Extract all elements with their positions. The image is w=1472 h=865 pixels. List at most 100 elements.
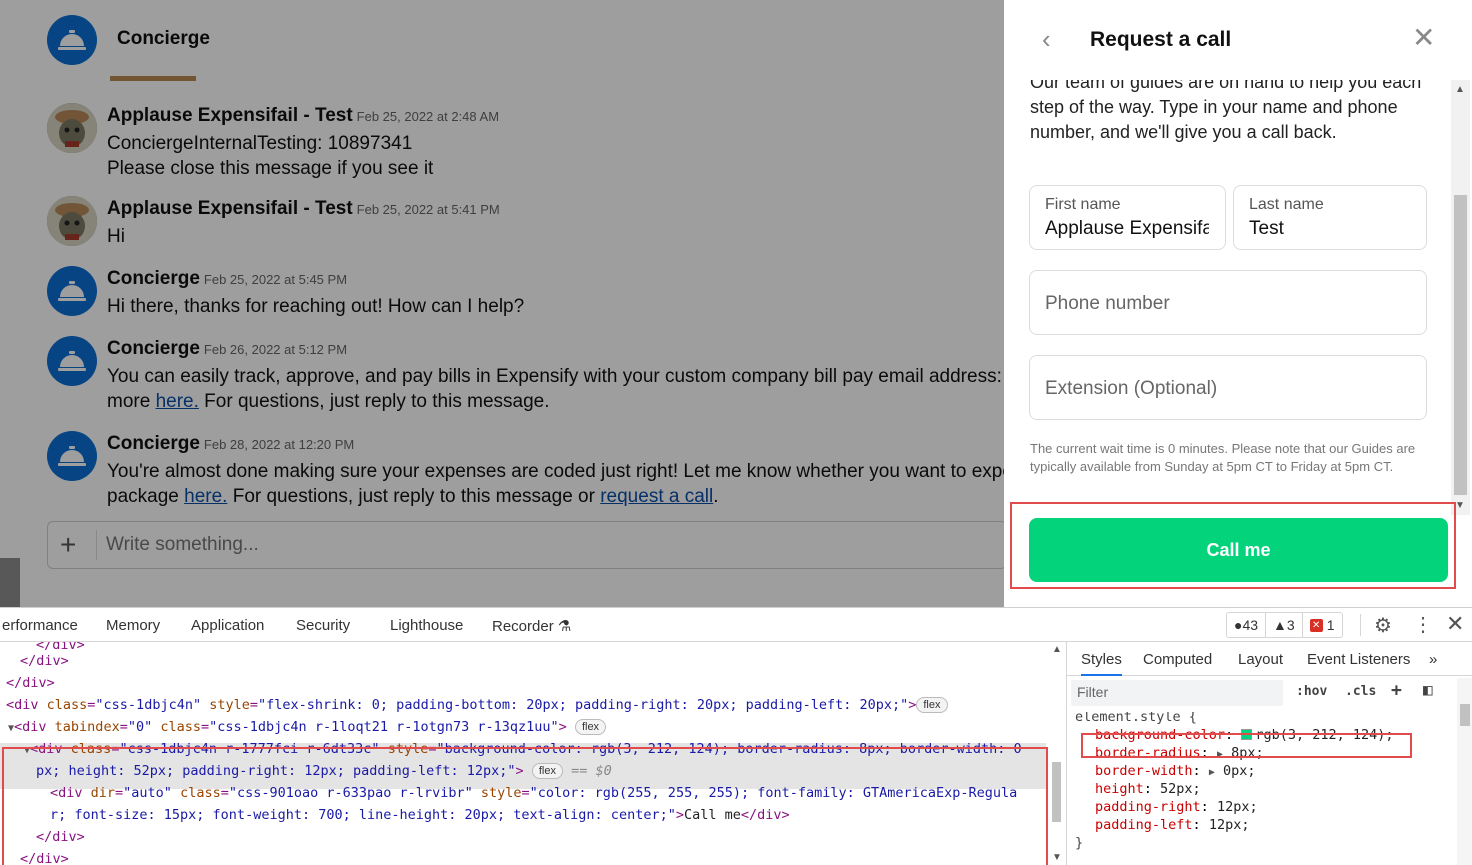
phone-number-input[interactable]: Phone number [1045, 293, 1170, 315]
tab-styles[interactable]: Styles [1081, 651, 1122, 676]
message-author: Applause Expensifail - Test Feb 25, 2022 … [107, 198, 500, 219]
more-tabs-icon[interactable]: » [1429, 651, 1437, 668]
dom-node[interactable]: <div class="css-1dbjc4n" style="flex-shr… [0, 694, 1048, 716]
last-name-input[interactable]: Test [1249, 218, 1410, 240]
css-declaration[interactable]: border-radius: ▶ 8px; [1095, 744, 1264, 762]
more-options-icon[interactable]: ⋮ [1413, 612, 1433, 637]
css-declaration[interactable]: padding-left: 12px; [1095, 816, 1249, 834]
css-declaration[interactable]: background-color: rgb(3, 212, 124); [1095, 726, 1393, 744]
message-timestamp: Feb 28, 2022 at 12:20 PM [203, 437, 355, 452]
extension-field[interactable]: Extension (Optional) [1029, 355, 1427, 420]
tab-memory[interactable]: Memory [106, 617, 160, 634]
elements-panel[interactable]: </div> </div> </div> <div class="css-1db… [0, 642, 1048, 865]
message-body: You can easily track, approve, and pay b… [107, 364, 1004, 414]
panel-scrollbar-thumb[interactable] [1454, 195, 1467, 495]
concierge-avatar[interactable] [47, 266, 97, 316]
add-attachment-icon[interactable]: + [60, 531, 76, 559]
dom-node[interactable]: </div> [0, 650, 1048, 672]
scroll-up-arrow-icon[interactable]: ▲ [1052, 644, 1062, 655]
new-rule-icon[interactable]: + [1391, 680, 1402, 701]
css-declaration[interactable]: border-width: ▶ 0px; [1095, 762, 1256, 780]
tab-event-listeners[interactable]: Event Listeners [1307, 651, 1410, 668]
error-count[interactable]: ✕ 1 [1301, 613, 1342, 637]
toolbar-divider [1360, 614, 1361, 636]
styles-filter-input[interactable]: Filter [1071, 680, 1283, 706]
dom-node[interactable]: </div> [0, 672, 1048, 694]
first-name-field[interactable]: First name Applause Expensifail [1029, 185, 1226, 250]
message-line: Hi [107, 226, 125, 247]
color-swatch-icon[interactable] [1241, 729, 1253, 740]
issue-counters[interactable]: ● 43 ▲ 3 ✕ 1 [1226, 612, 1343, 638]
styles-scrollbar-thumb[interactable] [1460, 704, 1470, 726]
chat-title[interactable]: Concierge [117, 28, 210, 50]
panel-scrollbar[interactable]: ▲ ▼ [1451, 80, 1470, 515]
concierge-bell-icon [58, 351, 86, 371]
last-name-field[interactable]: Last name Test [1233, 185, 1427, 250]
selected-dom-node-cont[interactable]: px; height: 52px; padding-right: 12px; p… [0, 760, 1048, 782]
message-author: Concierge Feb 25, 2022 at 5:45 PM [107, 268, 348, 289]
dom-node[interactable]: ▼<div tabindex="0" class="css-1dbjc4n r-… [0, 716, 1048, 738]
expand-triangle-icon[interactable]: ▶ [1217, 749, 1223, 760]
flex-badge[interactable]: flex [531, 763, 563, 779]
composer-input[interactable]: Write something... [106, 534, 259, 556]
here-link[interactable]: here. [184, 486, 227, 507]
tab-layout[interactable]: Layout [1238, 651, 1283, 668]
here-link[interactable]: here. [156, 391, 199, 412]
tab-recorder[interactable]: Recorder ⚗ [492, 617, 571, 635]
dom-node[interactable]: </div> [0, 826, 1048, 848]
dom-node-cont[interactable]: r; font-size: 15px; font-weight: 700; li… [0, 804, 1048, 826]
css-declaration[interactable]: height: 52px; [1095, 780, 1201, 798]
tab-security[interactable]: Security [296, 617, 350, 634]
tab-computed[interactable]: Computed [1143, 651, 1212, 668]
tab-lighthouse[interactable]: Lighthouse [390, 617, 463, 634]
extension-input[interactable]: Extension (Optional) [1045, 378, 1217, 400]
message-body: Hi there, thanks for reaching out! How c… [107, 294, 1004, 319]
warning-count[interactable]: ▲ 3 [1265, 613, 1302, 637]
phone-number-field[interactable]: Phone number [1029, 270, 1427, 335]
tab-performance[interactable]: erformance [2, 617, 78, 634]
composer-divider [96, 530, 97, 560]
css-declaration[interactable]: padding-right: 12px; [1095, 798, 1258, 816]
user-avatar[interactable] [47, 103, 97, 153]
settings-gear-icon[interactable]: ⚙ [1374, 613, 1392, 638]
flex-badge[interactable]: flex [574, 719, 607, 735]
expand-triangle-icon[interactable]: ▶ [1209, 767, 1215, 778]
request-a-call-link[interactable]: request a call [600, 486, 713, 507]
message-author: Concierge Feb 26, 2022 at 5:12 PM [107, 338, 348, 359]
message-composer[interactable]: + Write something... [47, 521, 1004, 569]
styles-scrollbar[interactable] [1457, 678, 1472, 865]
message-body: ConciergeInternalTesting: 10897341 Pleas… [107, 131, 1004, 181]
back-arrow-icon[interactable]: ‹ [1042, 26, 1051, 52]
concierge-avatar[interactable] [47, 336, 97, 386]
tiger-avatar-icon [47, 103, 97, 153]
concierge-avatar[interactable] [47, 15, 97, 65]
styles-code[interactable]: element.style { background-color: rgb(3,… [1067, 712, 1457, 865]
hov-toggle[interactable]: :hov [1296, 684, 1327, 699]
close-icon[interactable]: ✕ [1412, 24, 1435, 52]
panel-scroll-area[interactable]: Our team of guides are on hand to help y… [1004, 80, 1472, 607]
elements-scrollbar[interactable]: ▲ ▼ [1048, 642, 1065, 865]
error-icon: ✕ [1309, 618, 1323, 632]
concierge-bell-icon [58, 30, 86, 50]
scroll-down-arrow-icon[interactable]: ▼ [1455, 500, 1465, 511]
info-count[interactable]: ● 43 [1227, 613, 1265, 637]
first-name-input[interactable]: Applause Expensifail [1045, 218, 1209, 240]
first-name-label: First name [1045, 196, 1121, 213]
cls-toggle[interactable]: .cls [1345, 684, 1376, 699]
message-body: You're almost done making sure your expe… [107, 459, 1004, 509]
dom-node[interactable]: <div dir="auto" class="css-901oao r-633p… [0, 782, 1048, 804]
scroll-up-arrow-icon[interactable]: ▲ [1455, 84, 1465, 95]
elements-scrollbar-thumb[interactable] [1052, 762, 1061, 822]
dom-node[interactable]: </div> [0, 848, 1048, 865]
concierge-avatar[interactable] [47, 431, 97, 481]
chat-view: Concierge Applause Expensifail - Test Feb… [0, 0, 1004, 607]
selected-dom-node[interactable]: ▼<div class="css-1dbjc4n r-1777fci r-6dt… [0, 738, 1048, 760]
tab-application[interactable]: Application [191, 617, 264, 634]
message-line: more here. For questions, just reply to … [107, 391, 550, 412]
close-devtools-icon[interactable]: ✕ [1446, 611, 1464, 637]
flex-badge[interactable]: flex [916, 697, 948, 713]
call-me-button[interactable]: Call me [1029, 518, 1448, 582]
scroll-down-arrow-icon[interactable]: ▼ [1052, 852, 1062, 863]
toggle-sidebar-icon[interactable]: ◧ [1423, 680, 1433, 699]
user-avatar[interactable] [47, 196, 97, 246]
